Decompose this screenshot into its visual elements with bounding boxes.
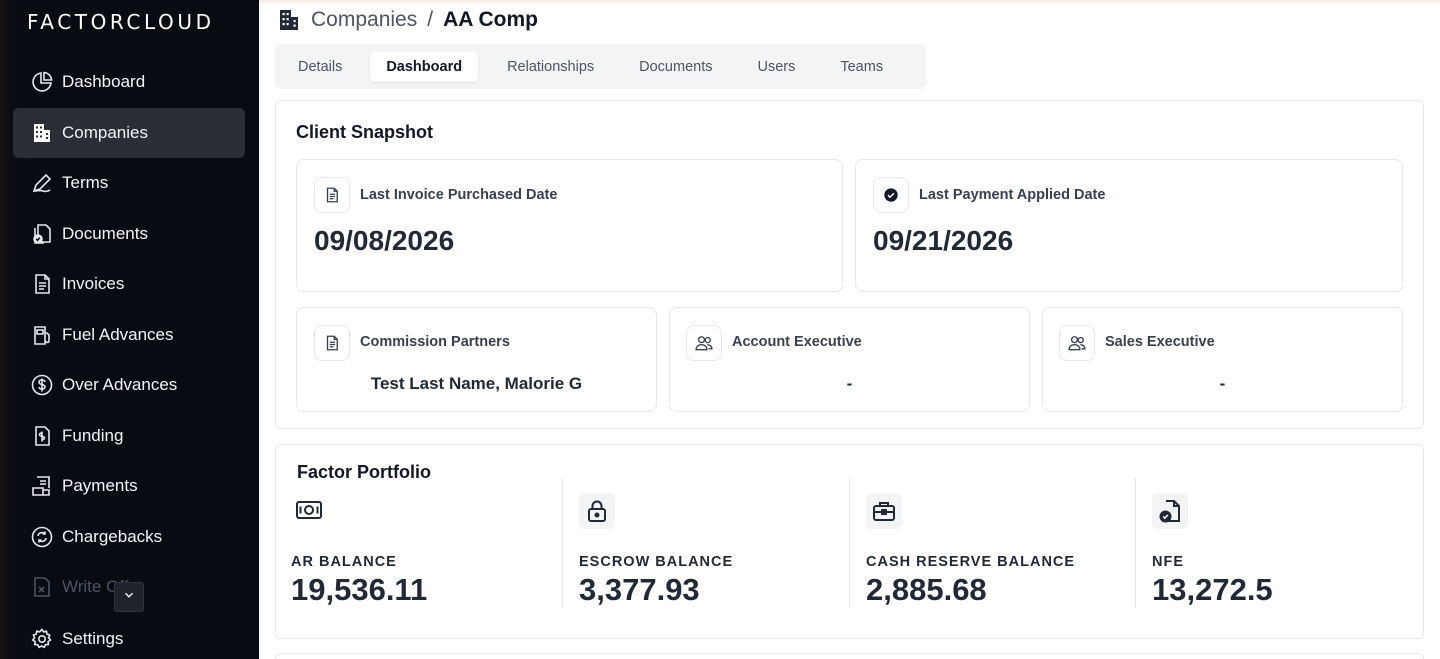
breadcrumb-separator: / [427,8,434,31]
app-logo[interactable]: FACTORCLOUD [27,10,215,34]
cash-icon [291,492,327,528]
breadcrumb-companies-link[interactable]: Companies [311,8,417,32]
tab-users[interactable]: Users [740,52,812,82]
sidebar-item-label: Terms [62,173,109,192]
commission-partners-card: Commission Partners Test Last Name, Malo… [296,307,657,412]
last-payment-label: Last Payment Applied Date [919,187,1106,203]
sidebar-item-label: Fuel Advances [62,324,174,344]
last-payment-card: Last Payment Applied Date 09/21/2026 [855,159,1403,292]
ar-balance-label: AR BALANCE [291,554,397,570]
sidebar-item-funding[interactable]: Funding [13,411,245,461]
breadcrumb: Companies / AA Comp [279,8,538,32]
sales-executive-card: Sales Executive - [1042,307,1403,412]
commission-partners-value: Test Last Name, Malorie G [370,374,583,393]
sidebar-item-label: Chargebacks [62,526,163,546]
sidebar: FACTORCLOUD Dashboard Companies Terms Do… [0,0,259,659]
cash-reserve-balance-value: 2,885.68 [866,572,987,607]
cash-reserve-balance-label: CASH RESERVE BALANCE [866,554,1076,570]
briefcase-icon [866,493,902,529]
fuel-icon [30,323,54,347]
escrow-balance-value: 3,377.93 [579,572,700,607]
users-icon [686,325,722,361]
funding-icon [30,424,54,448]
top-shadow [259,0,1440,6]
sidebar-item-label: Dashboard [62,72,146,91]
sidebar-item-settings[interactable]: Settings [13,614,245,659]
account-executive-label: Account Executive [732,334,862,350]
cash-reserve-balance-metric: CASH RESERVE BALANCE 2,885.68 [849,478,1135,608]
pie-chart-icon [30,70,54,94]
document-icon [314,325,350,361]
tab-dashboard[interactable]: Dashboard [370,51,479,82]
tab-details[interactable]: Details [281,52,359,82]
escrow-balance-metric: ESCROW BALANCE 3,377.93 [562,478,848,608]
dollar-circle-icon [30,373,54,397]
payments-icon [30,474,54,498]
invoice-icon [30,272,54,296]
tab-bar: Details Dashboard Relationships Document… [275,44,926,89]
sidebar-nav: Dashboard Companies Terms Documents Invo… [13,57,245,659]
sidebar-item-fuel-advances[interactable]: Fuel Advances [13,310,245,360]
sales-executive-label: Sales Executive [1105,334,1215,350]
last-invoice-value: 09/08/2026 [314,225,455,256]
page-title: AA Comp [443,8,538,31]
escrow-balance-label: ESCROW BALANCE [579,554,734,570]
sidebar-item-invoices[interactable]: Invoices [13,259,245,309]
sidebar-item-label: Over Advances [62,375,178,394]
sidebar-item-label: Settings [62,629,124,648]
nfe-metric: NFE 13,272.5 [1135,478,1421,608]
main-content: Companies / AA Comp Details Dashboard Re… [259,0,1440,659]
invoice-icon [314,177,350,213]
next-panel-edge [275,653,1424,659]
document-check-icon [1152,493,1188,529]
sidebar-item-terms[interactable]: Terms [13,158,245,208]
sidebar-item-payments[interactable]: Payments [13,461,245,511]
users-icon [1059,325,1095,361]
sales-executive-value: - [1219,374,1226,393]
ar-balance-metric: AR BALANCE 19,536.11 [291,478,577,608]
nfe-value: 13,272.5 [1152,572,1273,607]
sidebar-item-label: Payments [62,476,138,495]
commission-partners-label: Commission Partners [360,334,510,350]
sidebar-item-label: Companies [62,122,148,142]
chevron-down-icon [122,588,136,607]
last-invoice-card: Last Invoice Purchased Date 09/08/2026 [296,159,843,292]
client-snapshot-title: Client Snapshot [296,122,434,142]
sidebar-item-documents[interactable]: Documents [13,209,245,259]
tab-documents[interactable]: Documents [622,52,729,82]
write-off-icon [30,575,54,599]
account-executive-card: Account Executive - [669,307,1030,412]
lock-icon [579,493,615,529]
sidebar-item-dashboard[interactable]: Dashboard [13,57,245,107]
scroll-down-button[interactable] [114,582,144,612]
ar-balance-value: 19,536.11 [291,572,428,607]
chargeback-icon [30,525,54,549]
nfe-label: NFE [1152,554,1184,570]
account-executive-value: - [846,374,853,393]
building-icon [30,121,54,145]
factor-portfolio-panel: Factor Portfolio AR BALANCE 19,536.11 ES… [275,444,1424,639]
sidebar-item-chargebacks[interactable]: Chargebacks [13,512,245,562]
last-payment-value: 09/21/2026 [873,225,1014,256]
tab-relationships[interactable]: Relationships [490,52,611,82]
tab-teams[interactable]: Teams [823,52,900,82]
pen-icon [30,171,54,195]
building-icon [279,8,299,32]
last-invoice-label: Last Invoice Purchased Date [360,187,558,203]
sidebar-item-companies[interactable]: Companies [13,107,245,158]
client-snapshot-panel: Client Snapshot Last Invoice Purchased D… [275,100,1424,429]
check-circle-icon [873,177,909,213]
documents-check-icon [30,222,54,246]
sidebar-item-label: Documents [62,223,148,243]
sidebar-item-label: Invoices [62,274,125,293]
gear-icon [30,627,54,651]
sidebar-item-over-advances[interactable]: Over Advances [13,360,245,410]
sidebar-item-label: Funding [62,425,124,445]
